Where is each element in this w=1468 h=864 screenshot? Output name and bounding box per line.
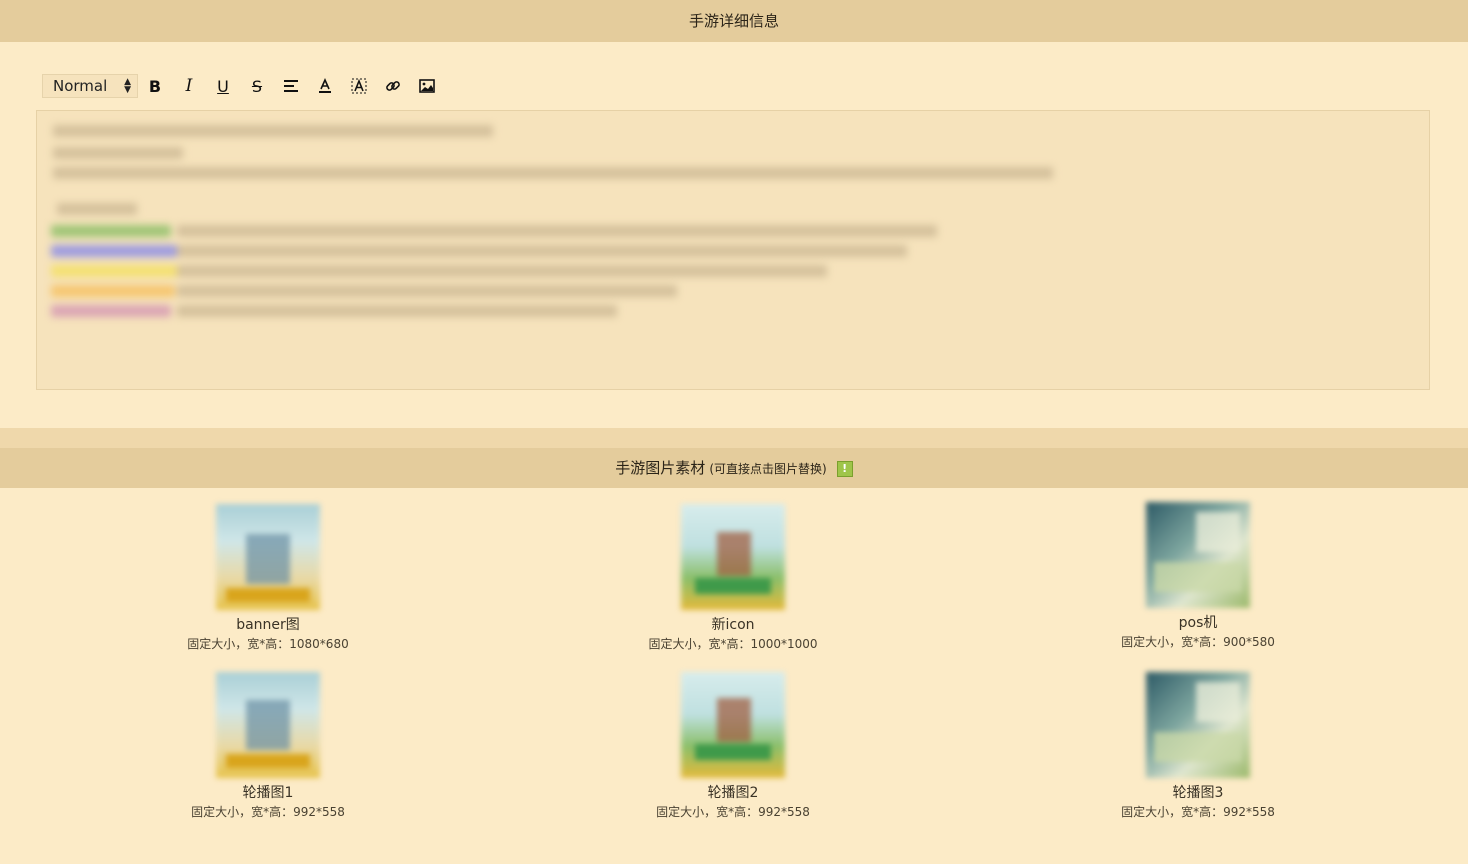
image-icon (419, 79, 435, 93)
image-tile-size: 固定大小，宽*高：992*558 (191, 805, 345, 819)
image-button[interactable] (410, 72, 444, 100)
image-thumbnail-pos[interactable] (1146, 502, 1250, 608)
underline-icon: U (217, 76, 229, 96)
detail-section-title: 手游详细信息 (688, 12, 779, 30)
image-thumbnail-icon[interactable] (681, 504, 785, 610)
image-tile-banner: banner图 固定大小，宽*高：1080*680 (118, 504, 418, 652)
align-left-icon (283, 79, 299, 93)
image-tile-size: 固定大小，宽*高：1080*680 (187, 637, 349, 651)
link-icon (385, 78, 401, 94)
image-tile-carousel-2: 轮播图2 固定大小，宽*高：992*558 (583, 672, 883, 820)
rich-text-editor[interactable] (36, 110, 1430, 390)
image-tile-name: 轮播图2 (707, 785, 759, 801)
strike-button[interactable]: S (240, 72, 274, 100)
image-thumbnail-carousel-3[interactable] (1146, 672, 1250, 778)
image-tile-name: 轮播图1 (242, 785, 294, 801)
strikethrough-icon: S (251, 76, 263, 96)
italic-icon: I (185, 76, 193, 96)
image-tile-pos: pos机 固定大小，宽*高：900*580 (1048, 502, 1348, 650)
editor-blurred-content (37, 111, 1429, 389)
image-tile-name: 新icon (711, 617, 755, 633)
editor-toolbar: Normal ▲ ▼ B I U S (42, 72, 444, 100)
image-tile-size: 固定大小，宽*高：992*558 (656, 805, 810, 819)
bold-icon: B (148, 76, 162, 96)
image-thumbnail-carousel-2[interactable] (681, 672, 785, 778)
image-thumbnail-banner[interactable] (216, 504, 320, 610)
text-color-icon (317, 78, 333, 94)
section-divider (0, 428, 1468, 448)
background-color-button[interactable] (342, 72, 376, 100)
detail-section-header: 手游详细信息 (0, 0, 1468, 42)
image-tile-size: 固定大小，宽*高：992*558 (1121, 805, 1275, 819)
warning-icon[interactable]: ! (836, 460, 853, 477)
image-tile-name: banner图 (236, 617, 300, 633)
link-button[interactable] (376, 72, 410, 100)
images-section-title: 手游图片素材 (615, 459, 706, 477)
images-section-header: 手游图片素材 (可直接点击图片替换)! (0, 448, 1468, 488)
background-color-icon (351, 78, 367, 94)
image-tile-size: 固定大小，宽*高：900*580 (1121, 635, 1275, 649)
images-section-hint: (可直接点击图片替换) (709, 462, 827, 476)
text-color-button[interactable] (308, 72, 342, 100)
image-tile-name: pos机 (1178, 615, 1218, 631)
image-tile-carousel-3: 轮播图3 固定大小，宽*高：992*558 (1048, 672, 1348, 820)
align-button[interactable] (274, 72, 308, 100)
italic-button[interactable]: I (172, 72, 206, 100)
format-select[interactable]: Normal ▲ ▼ (42, 74, 138, 98)
image-tile-carousel-1: 轮播图1 固定大小，宽*高：992*558 (118, 672, 418, 820)
image-tile-size: 固定大小，宽*高：1000*1000 (648, 637, 818, 651)
image-thumbnail-carousel-1[interactable] (216, 672, 320, 778)
image-tile-name: 轮播图3 (1172, 785, 1224, 801)
select-arrows-icon: ▲ ▼ (124, 77, 131, 95)
image-tile-icon: 新icon 固定大小，宽*高：1000*1000 (583, 504, 883, 652)
underline-button[interactable]: U (206, 72, 240, 100)
bold-button[interactable]: B (138, 72, 172, 100)
format-select-value: Normal (53, 77, 108, 95)
